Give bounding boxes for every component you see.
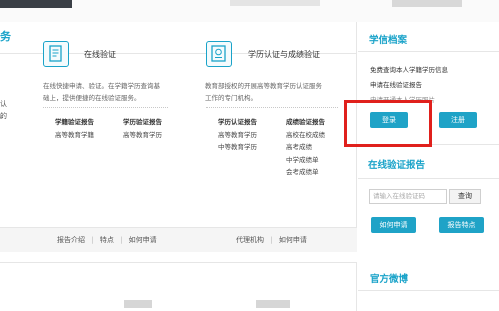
agency-link[interactable]: 代理机构 [236,236,264,244]
online-verify-divider [43,107,168,108]
how-to-apply-button[interactable]: 如何申请 [371,217,416,233]
cut-text-fragment [124,300,152,308]
services-section-title: 务 [0,30,11,43]
degree-cert-divider [206,107,338,108]
degree-cert-link[interactable]: 高校在校成绩 [286,129,325,142]
online-verify-title[interactable]: 在线验证 [84,49,116,60]
how-to-apply-link[interactable]: 如何申请 [279,236,307,244]
weibo-divider [358,290,499,291]
lower-section [0,262,357,311]
document-icon [43,41,69,67]
top-dark-bar [0,0,72,8]
top-cut-bar [392,0,462,7]
degree-cert-link[interactable]: 学历认证报告 [218,116,257,129]
degree-cert-desc-line-2: 工作的专门机构。 [205,94,257,102]
online-verify-link[interactable]: 高等教育学籍 [55,129,94,142]
report-features-button[interactable]: 报告特点 [439,217,484,233]
footer-separator: | [270,236,273,244]
certificate-icon [206,41,232,67]
online-verify-link[interactable]: 学籍验证报告 [55,116,94,129]
top-mid-bar [230,0,320,6]
archive-title: 学信档案 [369,35,408,46]
online-verify-link[interactable]: 高等教育学历 [123,129,162,142]
degree-cert-link[interactable]: 成绩验证报告 [286,116,325,129]
online-verify-desc: 在线快捷申请、验证。在学籍学历查询基 础上，提供便捷的在线验证服务。 [43,80,160,104]
apply-verify-link[interactable]: 申请在线验证报告 [370,79,422,89]
report-intro-link[interactable]: 报告介绍 [57,236,85,244]
degree-cert-link[interactable]: 中等教育学历 [218,141,257,154]
online-verify-desc-line-1: 在线快捷申请、验证。在学籍学历查询基 [43,82,160,90]
archive-divider [358,51,499,52]
degree-cert-desc-line-1: 教育部授权的开展高等教育学历认证服务 [205,82,322,90]
degree-cert-link[interactable]: 会考成绩单 [286,166,325,179]
verify-report-title: 在线验证报告 [368,160,426,171]
left-cut-line-2: 。 [0,112,7,120]
degree-cert-link[interactable]: 高考成绩 [286,141,325,154]
degree-cert-title[interactable]: 学历认证与成绩验证 [248,49,320,60]
how-to-apply-link[interactable]: 如何申请 [129,236,157,244]
degree-cert-link[interactable]: 高等教育学历 [218,129,257,142]
online-verify-desc-line-2: 础上，提供便捷的在线验证服务。 [43,94,141,102]
degree-cert-desc: 教育部授权的开展高等教育学历认证服务 工作的专门机构。 [205,80,322,104]
verify-code-input[interactable]: 请输入在线验证码 [369,189,447,204]
weibo-title: 官方微博 [370,274,409,285]
footer-separator: | [120,236,123,244]
footer-separator: | [91,236,94,244]
online-verify-footer-links: 报告介绍 | 特点 | 如何申请 [57,235,157,245]
free-query-link[interactable]: 免费查询本人学籍学历信息 [370,64,448,74]
query-button[interactable]: 查询 [449,189,481,204]
degree-cert-footer-links: 代理机构 | 如何申请 [236,235,307,245]
online-verify-link[interactable]: 学历验证报告 [123,116,162,129]
verify-divider [358,178,499,179]
cut-text-fragment [256,300,290,308]
features-link[interactable]: 特点 [100,236,114,244]
register-button[interactable]: 注册 [439,112,477,128]
highlight-box [344,100,432,147]
top-strip [0,0,499,22]
degree-cert-link[interactable]: 中学成绩单 [286,154,325,167]
